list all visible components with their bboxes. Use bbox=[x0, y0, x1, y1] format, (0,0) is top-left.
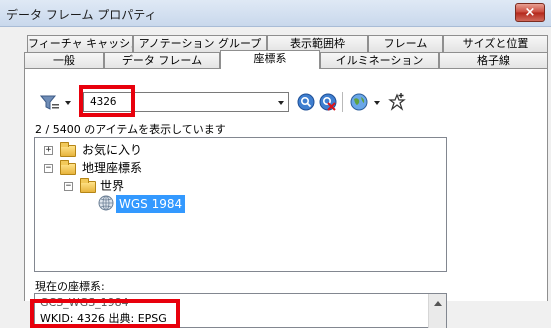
globe-grid-icon bbox=[98, 195, 114, 211]
globe-dropdown-arrow[interactable] bbox=[374, 101, 380, 105]
tab-grids[interactable]: 格子線 bbox=[439, 52, 548, 69]
tab-coordinate-system[interactable]: 座標系 bbox=[220, 50, 320, 69]
result-count: 2 / 5400 のアイテムを表示しています bbox=[35, 123, 226, 136]
current-system-label: 現在の座標系: bbox=[35, 280, 105, 293]
expand-favorites-icon[interactable]: + bbox=[44, 146, 53, 155]
collapse-world-icon[interactable]: − bbox=[64, 182, 73, 191]
toolbar-separator bbox=[342, 92, 343, 112]
geographic-folder-icon bbox=[60, 160, 76, 175]
tree-node-world[interactable]: 世界 bbox=[100, 177, 124, 195]
tab-frame[interactable]: フレーム bbox=[368, 35, 443, 52]
title-bar: データ フレーム プロパティ × bbox=[0, 0, 551, 27]
search-dropdown-arrow[interactable] bbox=[278, 101, 284, 105]
clear-search-icon[interactable] bbox=[319, 93, 337, 111]
window-title: データ フレーム プロパティ bbox=[6, 8, 157, 22]
search-highlight-box bbox=[79, 85, 135, 117]
tree-node-wgs84[interactable]: WGS 1984 bbox=[116, 195, 186, 213]
add-favorite-icon[interactable] bbox=[388, 92, 406, 112]
world-folder-icon bbox=[80, 178, 96, 193]
filter-dropdown-arrow[interactable] bbox=[65, 101, 71, 105]
collapse-geographic-icon[interactable]: − bbox=[44, 164, 53, 173]
tab-illumination[interactable]: イルミネーション bbox=[320, 52, 439, 69]
tab-size-position[interactable]: サイズと位置 bbox=[443, 35, 548, 52]
tab-data-frame[interactable]: データ フレーム bbox=[104, 52, 220, 69]
tree-node-favorites[interactable]: お気に入り bbox=[82, 141, 142, 159]
close-button[interactable]: × bbox=[515, 3, 545, 22]
details-scrollbar[interactable] bbox=[428, 294, 446, 328]
search-icon[interactable] bbox=[297, 93, 315, 111]
globe-icon[interactable] bbox=[350, 93, 368, 111]
tab-general[interactable]: 一般 bbox=[24, 52, 104, 69]
favorites-folder-icon bbox=[60, 142, 76, 157]
wkid-highlight-box bbox=[30, 299, 180, 328]
scroll-up-icon[interactable] bbox=[434, 301, 442, 306]
filter-icon[interactable] bbox=[39, 94, 60, 112]
tree-node-geographic[interactable]: 地理座標系 bbox=[82, 159, 142, 177]
tab-feature-cache[interactable]: フィーチャ キャッシュ bbox=[27, 35, 133, 52]
